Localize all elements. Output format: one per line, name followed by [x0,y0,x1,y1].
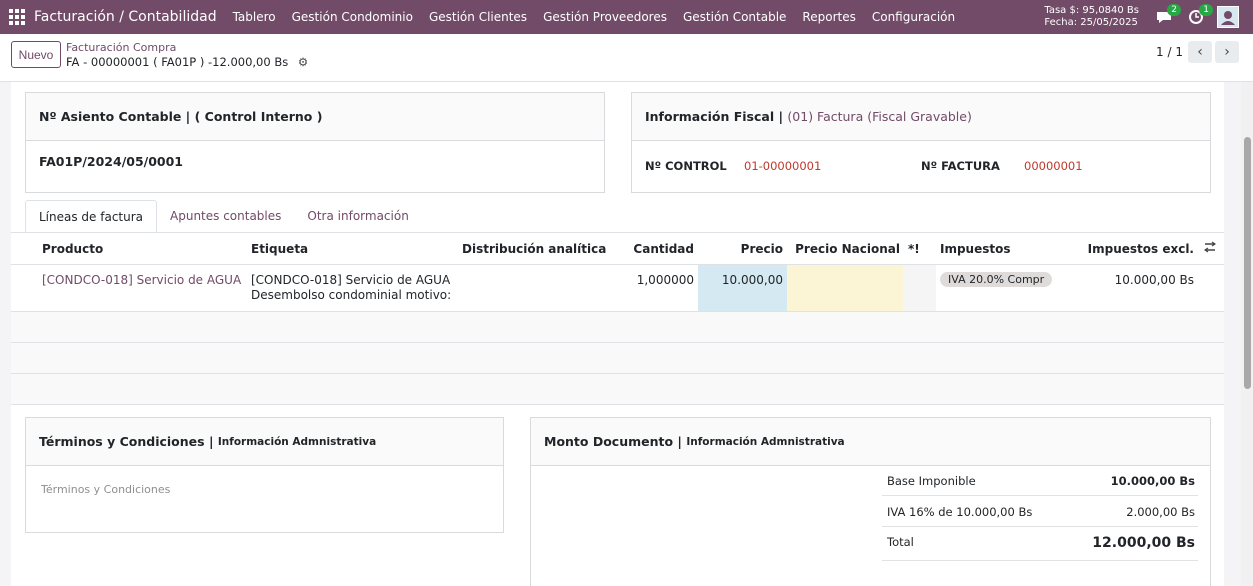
terminos-card-title: Términos y Condiciones | Información Adm… [26,418,503,466]
asiento-value[interactable]: FA01P/2024/05/0001 [26,141,604,182]
asiento-card: Nº Asiento Contable | ( Control Interno … [25,92,605,193]
activities-clock-icon[interactable]: 1 [1185,4,1213,28]
iva-value: 2.000,00 Bs [1126,505,1195,519]
empty-row[interactable] [11,312,1224,343]
form-sheet: Nº Asiento Contable | ( Control Interno … [11,82,1224,586]
fiscal-card-title: Información Fiscal | (01) Factura (Fisca… [632,93,1210,141]
control-number-label: Nº CONTROL [645,159,727,173]
tab-lineas-factura[interactable]: Líneas de factura [25,200,158,233]
col-cantidad[interactable]: Cantidad [633,242,694,256]
row-etiqueta-line-1: [CONDCO-018] Servicio de AGUA [251,273,451,287]
menu-item-configuracion[interactable]: Configuración [872,10,955,24]
invoice-lines-header: Producto Etiqueta Distribución analítica… [11,233,1224,265]
row-precio[interactable]: 10.000,00 [722,273,783,288]
row-producto[interactable]: [CONDCO-018] Servicio de AGUA [42,273,241,288]
col-precio-nacional[interactable]: Precio Nacional [795,242,900,256]
pager-value[interactable]: 1 / 1 [1156,45,1183,59]
fiscal-document-type[interactable]: (01) Factura (Fiscal Gravable) [787,109,971,124]
gear-icon[interactable]: ⚙ [298,55,308,69]
menu-item-reportes[interactable]: Reportes [802,10,855,24]
monto-subtitle: Información Admnistrativa [686,435,845,448]
total-row: Total 12.000,00 Bs [882,527,1198,561]
row-cantidad[interactable]: 1,000000 [637,273,694,288]
tax-badge[interactable]: IVA 20.0% Compr [940,272,1053,287]
monto-title: Monto Documento | [544,434,682,449]
user-avatar[interactable] [1217,6,1239,28]
empty-row[interactable] [11,374,1224,405]
page-scrollbar[interactable] [1241,82,1253,586]
empty-row[interactable] [11,343,1224,374]
top-navbar: Facturación / Contabilidad Tablero Gesti… [0,0,1253,34]
chevron-right-icon[interactable]: › [1215,41,1239,63]
terms-input[interactable]: Términos y Condiciones [26,466,503,513]
messages-icon[interactable]: 2 [1153,4,1181,28]
fiscal-card: Información Fiscal | (01) Factura (Fisca… [631,92,1211,193]
scrollbar-thumb[interactable] [1244,137,1251,389]
apps-menu-icon[interactable] [0,0,34,34]
control-panel: Nuevo Facturación Compra FA - 00000001 (… [0,34,1253,82]
breadcrumb-current: FA - 00000001 ( FA01P ) -12.000,00 Bs ⚙ [66,55,308,69]
col-flag[interactable]: *! [908,242,920,256]
fiscal-title-prefix: Información Fiscal | [645,109,784,124]
precio-nacional-cell[interactable] [787,265,903,311]
tab-otra-informacion[interactable]: Otra información [294,200,421,233]
total-label: Total [887,535,914,549]
asiento-card-title: Nº Asiento Contable | ( Control Interno … [26,93,604,141]
row-etiqueta-line-2: Desembolso condominial motivo: [251,288,452,302]
exchange-rate: Tasa $: 95,0840 Bs [1044,5,1139,16]
main-menu: Tablero Gestión Condominio Gestión Clien… [233,10,956,24]
col-distribucion[interactable]: Distribución analítica [462,242,606,256]
iva-row: IVA 16% de 10.000,00 Bs 2.000,00 Bs [882,496,1198,527]
col-producto[interactable]: Producto [42,242,103,256]
invoice-number-label: Nº FACTURA [921,159,1000,173]
menu-item-gestion-condominio[interactable]: Gestión Condominio [292,10,413,24]
base-imponible-value: 10.000,00 Bs [1110,474,1195,488]
monto-card-title: Monto Documento | Información Admnistrat… [531,418,1210,466]
new-button[interactable]: Nuevo [11,41,61,68]
iva-label: IVA 16% de 10.000,00 Bs [887,505,1033,519]
col-precio[interactable]: Precio [741,242,783,256]
col-impuestos[interactable]: Impuestos [940,242,1011,256]
base-imponible-label: Base Imponible [887,474,976,488]
messages-badge: 2 [1167,4,1181,16]
form-tabs: Líneas de factura Apuntes contables Otra… [25,200,422,233]
breadcrumb-current-label: FA - 00000001 ( FA01P ) -12.000,00 Bs [66,55,289,69]
base-imponible-row: Base Imponible 10.000,00 Bs [882,465,1198,496]
current-date: Fecha: 25/05/2025 [1044,17,1138,28]
exchange-rate-info: Tasa $: 95,0840 Bs Fecha: 25/05/2025 [1044,5,1139,29]
column-settings-icon[interactable] [1203,241,1217,256]
menu-item-gestion-contable[interactable]: Gestión Contable [683,10,786,24]
menu-item-gestion-proveedores[interactable]: Gestión Proveedores [543,10,667,24]
tab-apuntes-contables[interactable]: Apuntes contables [157,200,294,233]
row-etiqueta[interactable]: [CONDCO-018] Servicio de AGUA Desembolso… [251,273,451,303]
col-impuestos-excl[interactable]: Impuestos excl. [1088,242,1194,256]
activities-badge: 1 [1199,4,1213,16]
app-title[interactable]: Facturación / Contabilidad [34,9,217,25]
terminos-card: Términos y Condiciones | Información Adm… [25,417,504,533]
terminos-title: Términos y Condiciones | [39,434,214,449]
control-number-value[interactable]: 01-00000001 [744,159,821,173]
menu-item-gestion-clientes[interactable]: Gestión Clientes [429,10,527,24]
chevron-left-icon[interactable]: ‹ [1188,41,1212,63]
menu-item-tablero[interactable]: Tablero [233,10,276,24]
total-value: 12.000,00 Bs [1092,535,1195,551]
table-row[interactable]: [CONDCO-018] Servicio de AGUA [CONDCO-01… [11,265,1224,312]
col-etiqueta[interactable]: Etiqueta [251,242,308,256]
invoice-number-value[interactable]: 00000001 [1024,159,1083,173]
terminos-subtitle: Información Admnistrativa [217,435,377,448]
row-subtotal: 10.000,00 Bs [1114,273,1194,287]
breadcrumb-parent[interactable]: Facturación Compra [66,41,176,54]
